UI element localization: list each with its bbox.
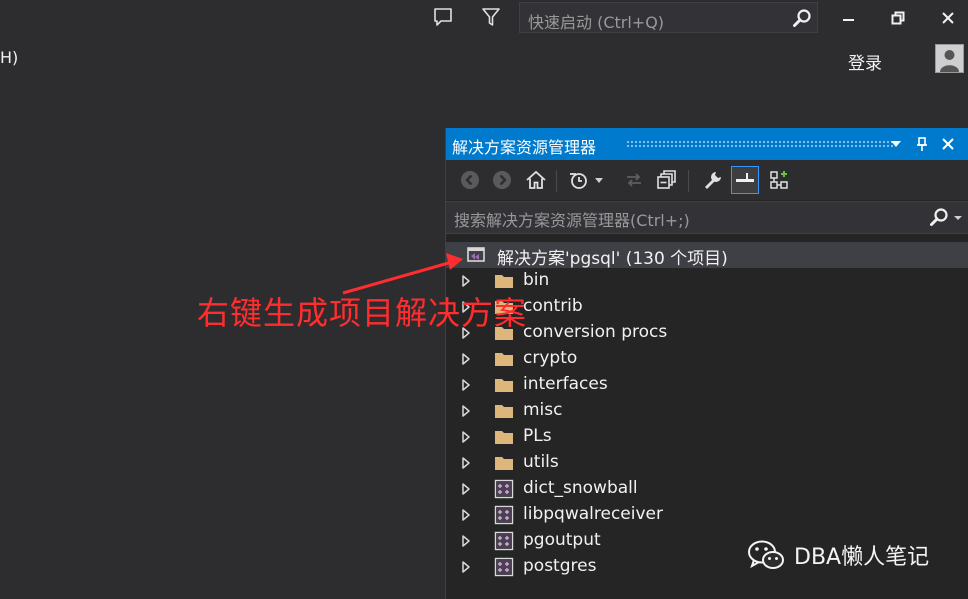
expand-arrow-icon[interactable] [459,456,473,470]
expand-arrow-icon[interactable] [459,430,473,444]
solution-explorer-header[interactable]: 解决方案资源管理器 [446,128,968,160]
solution-explorer-panel: 解决方案资源管理器 搜索解决方案资源管理器(Ctrl+;) 解决方案'pgsql… [445,128,968,599]
expand-arrow-icon[interactable] [459,378,473,392]
watermark: DBA懒人笔记 [746,538,929,572]
forward-icon[interactable] [488,166,516,194]
dropdown-icon[interactable] [884,132,908,156]
preview-selected-icon[interactable] [731,166,759,194]
toolbar-separator [688,170,689,192]
expand-arrow-icon[interactable] [459,534,473,548]
menu-help-fragment[interactable]: H) [0,48,18,67]
tree-item-label: crypto [523,348,578,368]
pin-icon[interactable] [910,132,934,156]
feedback-icon[interactable] [430,4,456,30]
expand-arrow-icon[interactable] [459,560,473,574]
folder-icon [495,353,513,366]
project-icon [494,557,514,577]
quick-launch-input[interactable]: 快速启动 (Ctrl+Q) [519,2,818,33]
solution-icon [467,247,485,262]
tree-project-item[interactable]: libpqwalreceiver [446,502,968,528]
expand-arrow-icon[interactable] [459,482,473,496]
solution-node[interactable]: 解决方案'pgsql' (130 个项目) [446,242,968,269]
folder-icon [495,379,513,392]
tree-item-label: libpqwalreceiver [523,504,663,524]
tree-folder-item[interactable]: utils [446,450,968,476]
close-button[interactable] [926,3,968,33]
folder-icon [495,431,513,444]
collapse-all-icon[interactable] [652,166,680,194]
login-link[interactable]: 登录 [848,49,882,74]
class-view-icon[interactable] [765,166,793,194]
avatar-icon[interactable] [935,44,964,73]
tree-item-label: contrib [523,296,583,316]
solution-explorer-toolbar [446,160,968,200]
sync-icon[interactable] [620,166,648,194]
watermark-text: DBA懒人笔记 [794,545,930,570]
tree-item-label: conversion procs [523,322,668,342]
tree-item-label: bin [523,270,550,290]
drag-grip[interactable] [626,140,894,147]
expand-arrow-icon[interactable] [459,404,473,418]
expand-arrow-icon[interactable] [459,352,473,366]
solution-explorer-search-input[interactable]: 搜索解决方案资源管理器(Ctrl+;) [446,201,968,234]
back-icon[interactable] [456,166,484,194]
expand-arrow-icon[interactable] [459,274,473,288]
tree-item-label: dict_snowball [523,478,638,498]
expand-arrow-icon[interactable] [459,508,473,522]
solution-label: 解决方案'pgsql' (130 个项目) [497,249,728,269]
tree-item-label: utils [523,452,559,472]
toolbar-separator [556,170,557,192]
tree-item-label: misc [523,400,563,420]
filter-icon[interactable] [478,4,504,30]
quick-launch-placeholder: 快速启动 (Ctrl+Q) [528,13,665,32]
search-icon[interactable] [923,204,967,232]
history-icon[interactable] [566,166,608,194]
close-panel-icon[interactable] [936,132,960,156]
title-bar: 快速启动 (Ctrl+Q) [0,0,968,36]
properties-icon[interactable] [699,166,727,194]
tree-folder-item[interactable]: PLs [446,424,968,450]
solution-explorer-title: 解决方案资源管理器 [452,138,597,157]
search-icon[interactable] [787,3,817,32]
wechat-icon [748,540,784,569]
project-icon [494,479,514,499]
annotation-text: 右键生成项目解决方案 [197,294,528,332]
tree-item-label: interfaces [523,374,608,394]
tree-folder-item[interactable]: misc [446,398,968,424]
project-icon [494,505,514,525]
tree-folder-item[interactable]: interfaces [446,372,968,398]
tree-folder-item[interactable]: crypto [446,346,968,372]
home-icon[interactable] [522,166,550,194]
minimize-button[interactable] [826,3,870,33]
tree-item-label: postgres [523,556,597,576]
project-icon [494,531,514,551]
folder-icon [495,457,513,470]
tree-project-item[interactable]: dict_snowball [446,476,968,502]
tree-item-label: pgoutput [523,530,601,550]
restore-button[interactable] [876,3,920,33]
search-placeholder: 搜索解决方案资源管理器(Ctrl+;) [454,211,690,230]
tree-item-label: PLs [523,426,552,446]
folder-icon [495,405,513,418]
